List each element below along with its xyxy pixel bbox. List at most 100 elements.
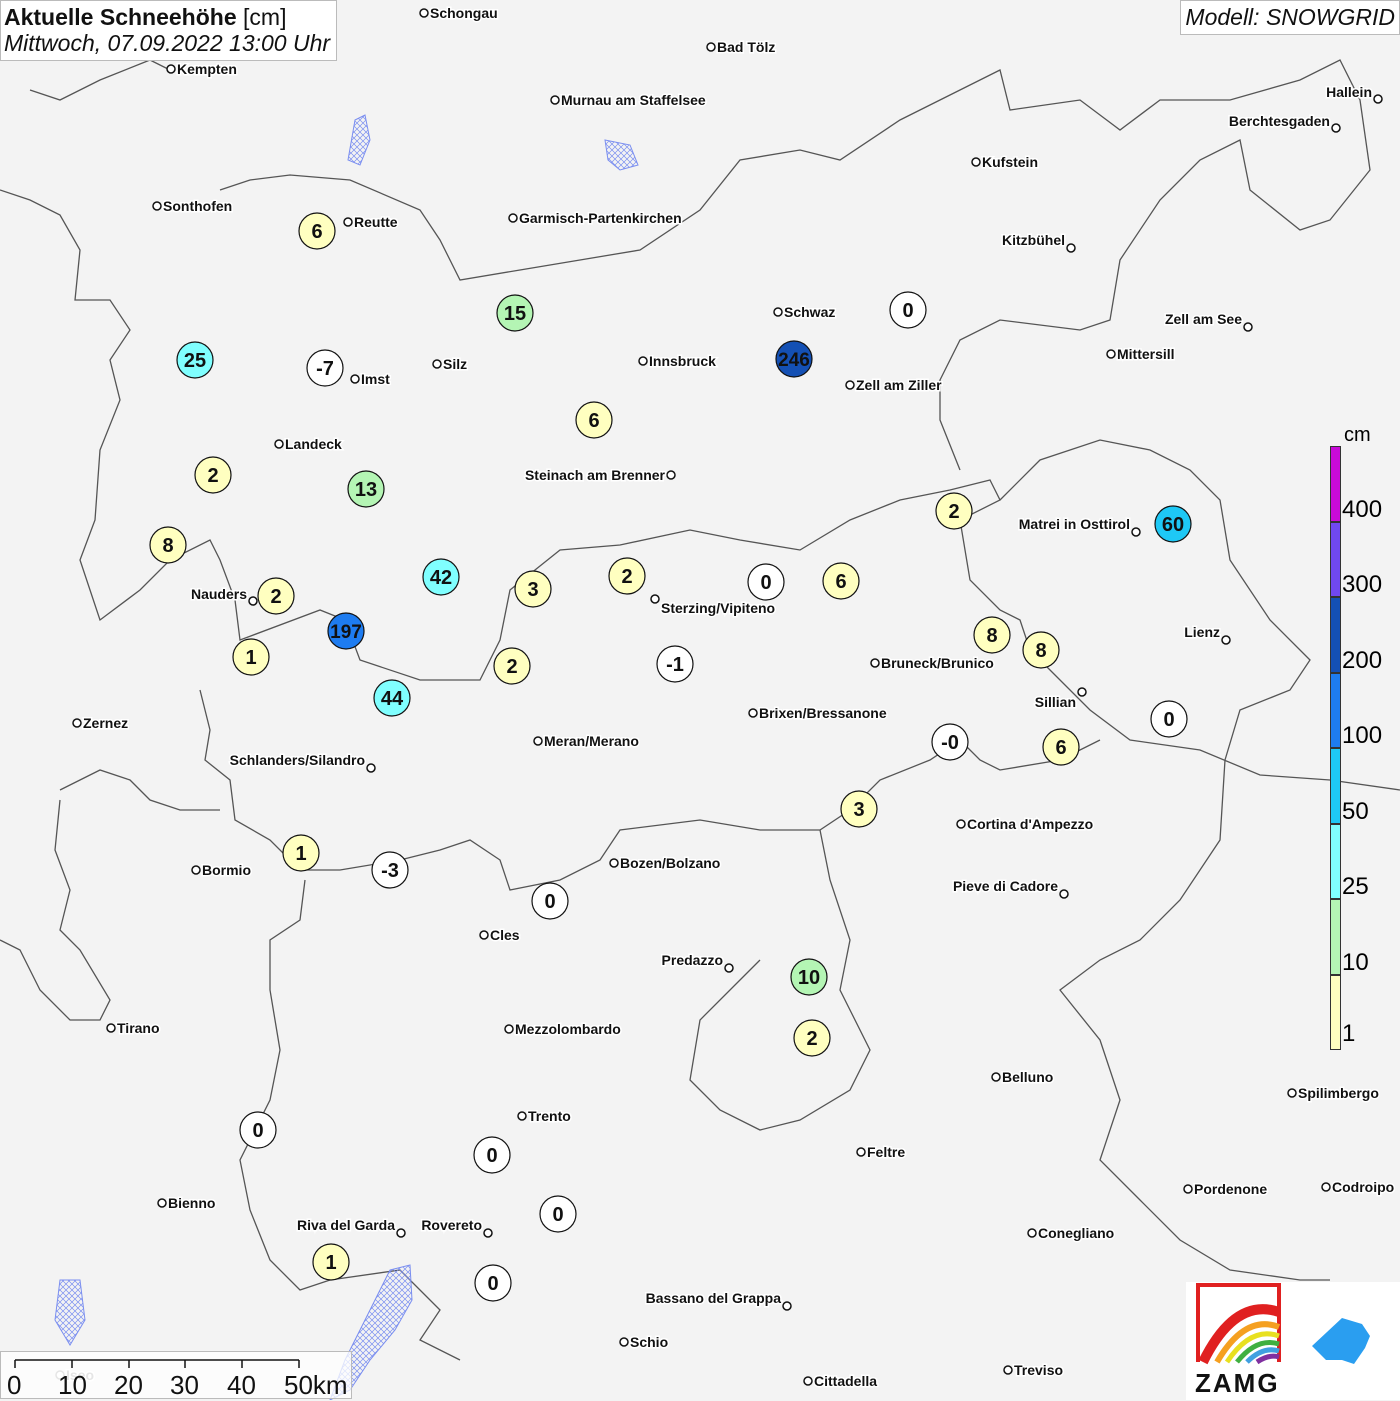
station[interactable]: 2 (257, 577, 295, 615)
station[interactable]: 2 (493, 647, 531, 685)
station[interactable]: 2 (608, 557, 646, 595)
station[interactable]: 0 (474, 1264, 512, 1302)
city-marker (856, 1147, 866, 1157)
city: Kufstein (971, 153, 1040, 172)
station[interactable]: 8 (1022, 631, 1060, 669)
station-value: 8 (986, 625, 997, 647)
station-value: -0 (941, 732, 959, 754)
station[interactable]: 25 (176, 341, 214, 379)
station[interactable]: 2 (793, 1019, 831, 1057)
city-label: Bruneck/Brunico (881, 655, 994, 671)
city-marker (666, 470, 676, 480)
station-value: 6 (311, 221, 322, 243)
city-marker (1373, 94, 1383, 104)
city-marker (350, 374, 360, 384)
station[interactable]: 2 (935, 492, 973, 530)
station[interactable]: 6 (298, 212, 336, 250)
station[interactable]: 3 (840, 790, 878, 828)
station-value: 8 (1035, 640, 1046, 662)
title-main: Aktuelle Schneehöhe (4, 4, 237, 30)
station[interactable]: 0 (889, 291, 927, 329)
station[interactable]: 60 (1154, 505, 1192, 543)
station[interactable]: 44 (373, 679, 411, 717)
city-label: Tirano (117, 1020, 160, 1036)
station[interactable]: 1 (232, 638, 270, 676)
station[interactable]: 13 (347, 470, 385, 508)
station[interactable]: 0 (531, 882, 569, 920)
station-value: 3 (527, 579, 538, 601)
station[interactable]: 6 (1042, 728, 1080, 766)
city-label: Bormio (202, 862, 251, 878)
station-value: 2 (506, 656, 517, 678)
station[interactable]: 6 (575, 401, 613, 439)
city-marker (1321, 1182, 1331, 1192)
station[interactable]: -1 (656, 645, 694, 683)
city: Codroipo (1321, 1178, 1396, 1197)
station[interactable]: 0 (239, 1111, 277, 1149)
station[interactable]: 1 (312, 1243, 350, 1281)
city-marker (803, 1376, 813, 1386)
station-value: 6 (835, 571, 846, 593)
station-value: 1 (325, 1252, 336, 1274)
city-marker (432, 359, 442, 369)
station[interactable]: 0 (539, 1195, 577, 1233)
station[interactable]: 42 (422, 558, 460, 596)
station-value: 13 (355, 479, 377, 501)
scale-line (14, 1359, 300, 1368)
legend-swatch (1330, 672, 1341, 748)
station[interactable]: 8 (973, 616, 1011, 654)
city: Zell am Ziller (845, 376, 944, 395)
station[interactable]: -3 (371, 851, 409, 889)
city-label: Trento (528, 1108, 571, 1124)
city-label: Innsbruck (649, 353, 716, 369)
station[interactable]: 3 (514, 570, 552, 608)
station[interactable]: 8 (149, 526, 187, 564)
city-label: Meran/Merano (544, 733, 639, 749)
station-value: -1 (666, 654, 684, 676)
scale-label: 30 (170, 1370, 199, 1400)
city-label: Kempten (177, 61, 237, 77)
city: Bienno (157, 1194, 217, 1213)
station[interactable]: 0 (747, 563, 785, 601)
station[interactable]: -0 (931, 723, 969, 761)
city-label: Silz (443, 356, 467, 372)
city-label: Mezzolombardo (515, 1021, 621, 1037)
city-marker (971, 157, 981, 167)
city-marker (1059, 889, 1069, 899)
city-marker (991, 1072, 1001, 1082)
station-value: 0 (544, 891, 555, 913)
station[interactable]: 197 (327, 612, 365, 650)
city-label: Sterzing/Vipiteno (661, 600, 775, 616)
city-marker (1066, 243, 1076, 253)
station[interactable]: 246 (775, 340, 813, 378)
city-marker (504, 1024, 514, 1034)
legend-label: 10 (1342, 948, 1369, 976)
city-label: Cles (490, 927, 520, 943)
station[interactable]: 1 (282, 834, 320, 872)
station[interactable]: 0 (473, 1136, 511, 1174)
station[interactable]: 6 (822, 562, 860, 600)
city-marker (479, 930, 489, 940)
station[interactable]: 10 (790, 958, 828, 996)
color-legend: cm 400 300 200 100 50 25 10 1 (1330, 424, 1400, 1054)
city: Rovereto (420, 1216, 493, 1238)
city-label: Predazzo (662, 952, 723, 968)
city: Landeck (274, 435, 344, 454)
station-value: 42 (430, 567, 452, 589)
legend-label: 1 (1342, 1020, 1356, 1047)
station-value: 0 (552, 1204, 563, 1226)
station-value: 0 (1163, 709, 1174, 731)
station-value: 6 (1055, 737, 1066, 759)
borders (0, 59, 1400, 1361)
city-marker (191, 865, 201, 875)
station-value: 0 (902, 300, 913, 322)
title-datetime: Mittwoch, 07.09.2022 13:00 Uhr (4, 30, 331, 56)
city: Schlanders/Silandro (228, 751, 376, 773)
station[interactable]: 2 (194, 456, 232, 494)
station[interactable]: 15 (496, 294, 534, 332)
station[interactable]: 0 (1150, 700, 1188, 738)
city-marker (72, 718, 82, 728)
city: Kitzbühel (1001, 231, 1076, 253)
legend-swatch (1330, 748, 1341, 824)
station[interactable]: -7 (306, 349, 344, 387)
